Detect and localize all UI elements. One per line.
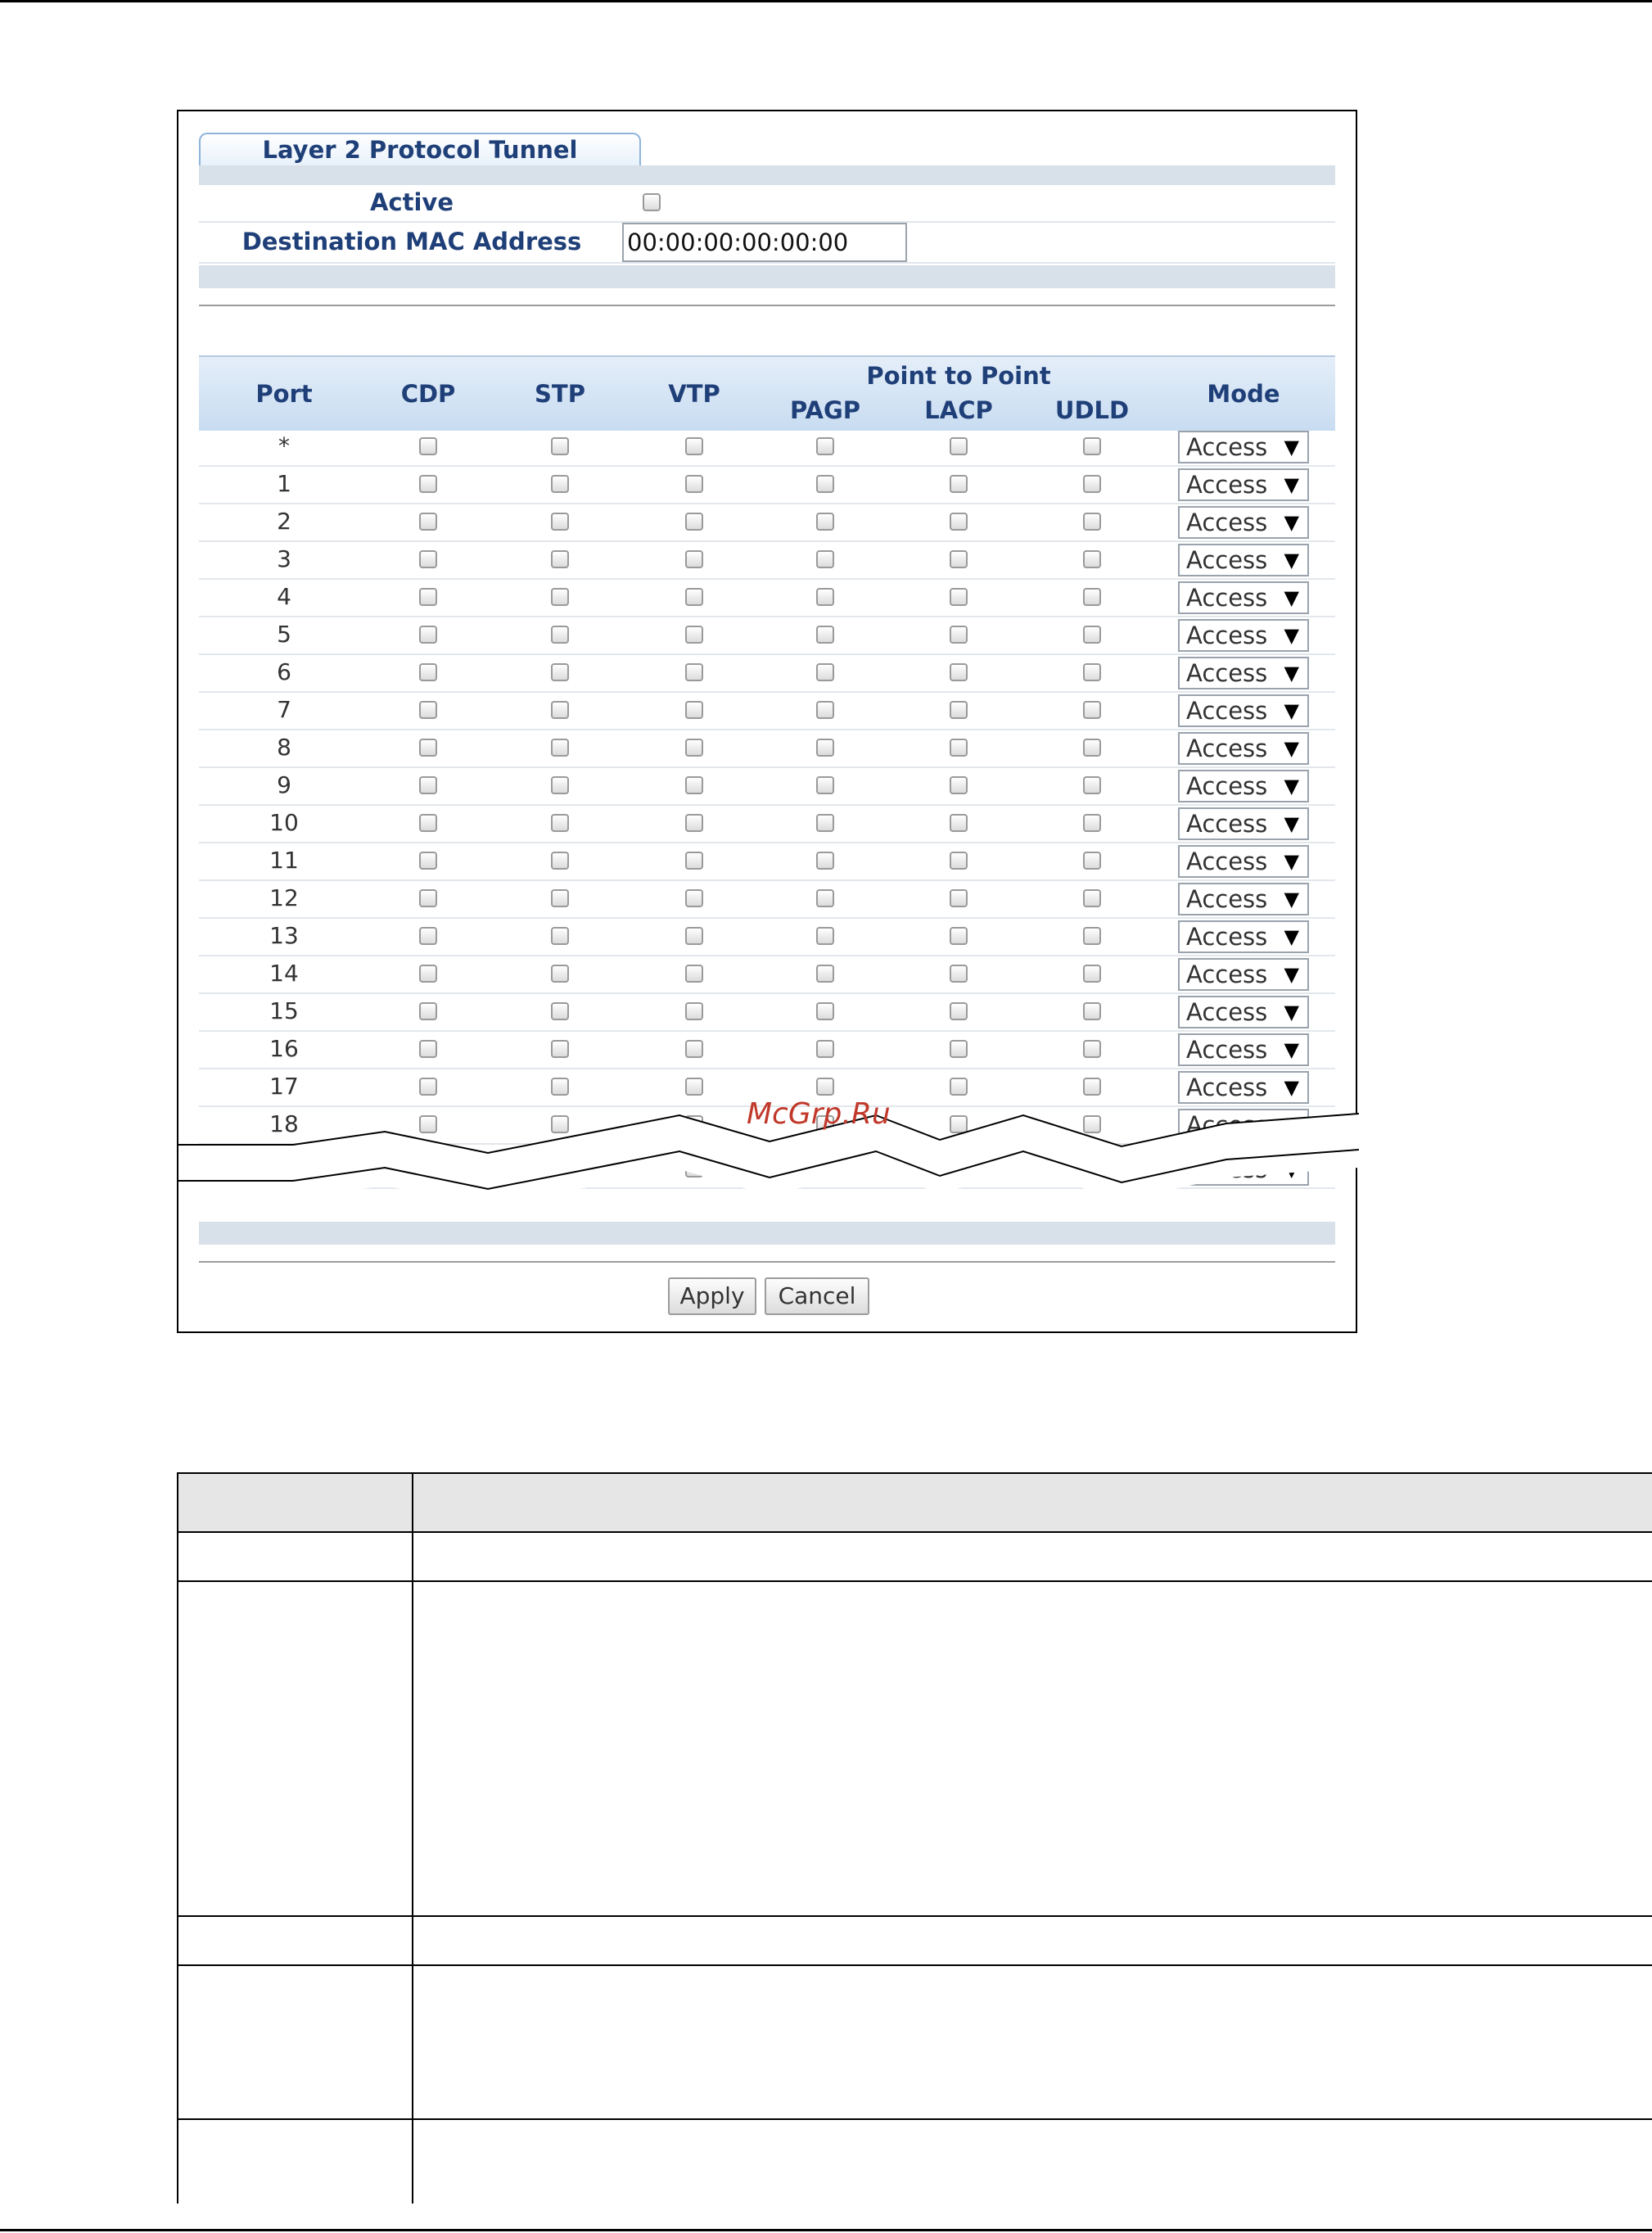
page-bottom-rule <box>0 2229 1652 2231</box>
table-row-line-4 <box>177 1964 1652 1966</box>
table-row-line-3 <box>177 1915 1652 1917</box>
description-table-header <box>177 1472 1652 1531</box>
watermark: McGrp.Ru <box>747 1097 891 1131</box>
table-row-line-2 <box>177 1580 1652 1582</box>
table-row-line-1 <box>177 1531 1652 1533</box>
page-top-rule <box>0 0 1652 2</box>
description-table <box>177 1472 1652 2204</box>
table-break-marker <box>178 1113 1359 1207</box>
table-border-top <box>177 1472 1652 1474</box>
table-row-line-5 <box>177 2118 1652 2120</box>
layer2-protocol-tunnel-panel: Layer 2 Protocol Tunnel Active Destinati… <box>177 110 1359 1333</box>
